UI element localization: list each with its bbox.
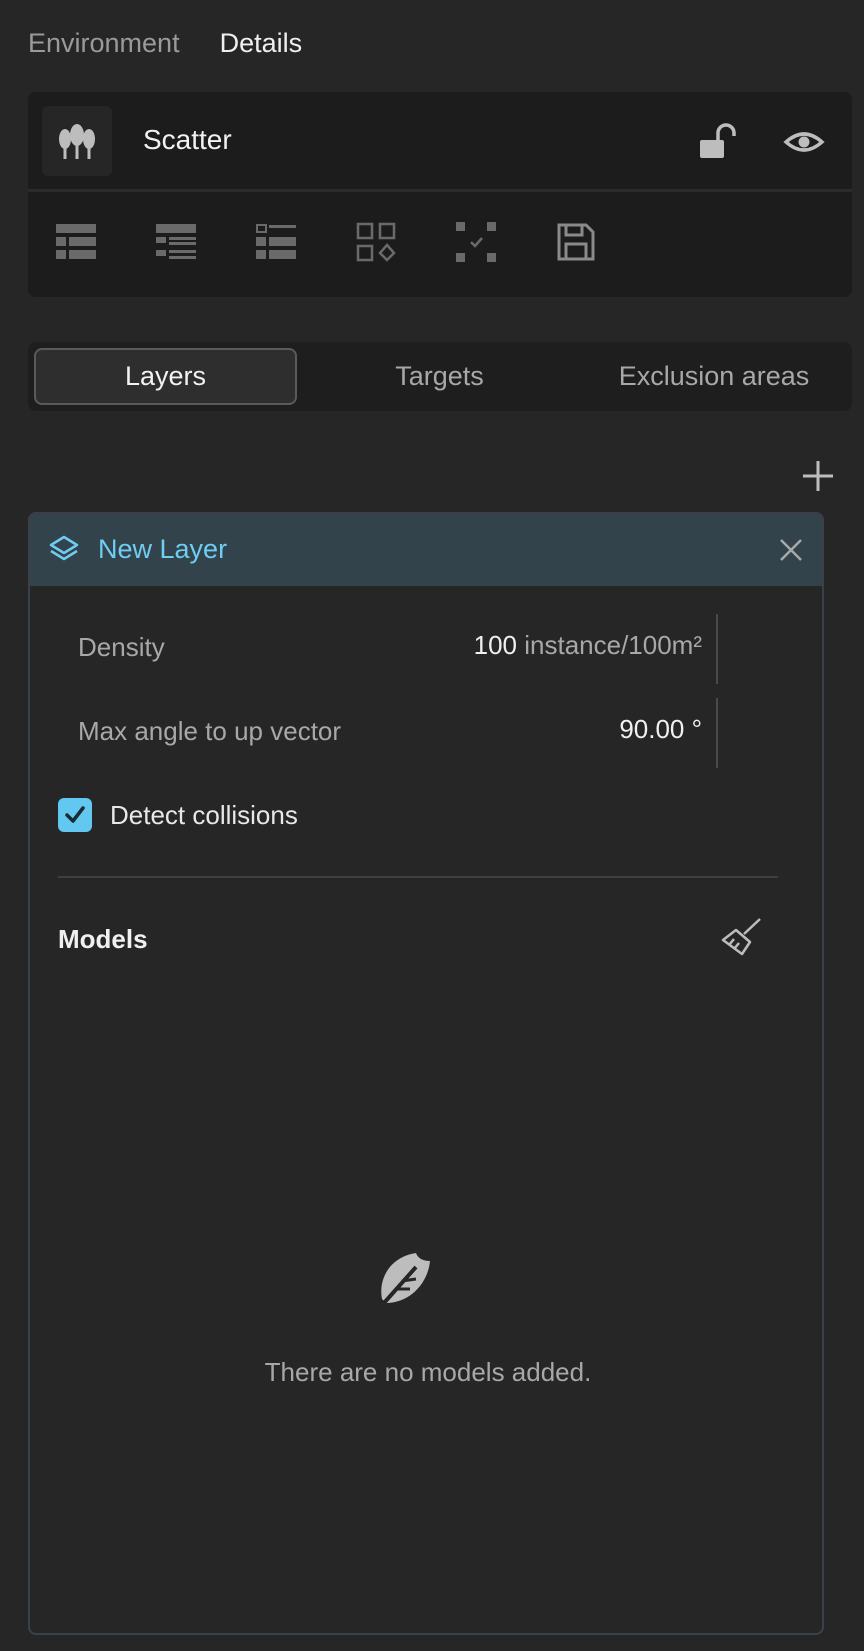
- grid-shapes-icon[interactable]: [356, 222, 396, 262]
- divider: [58, 876, 778, 878]
- layer-title[interactable]: New Layer: [98, 534, 227, 565]
- scatter-details-panel: Environment Details Scatter Layers Targe…: [0, 0, 864, 1651]
- density-unit: instance/100m²: [524, 630, 702, 660]
- broom-icon[interactable]: [720, 916, 764, 960]
- density-row[interactable]: Density 100 instance/100m²: [78, 614, 718, 684]
- density-label: Density: [78, 632, 165, 662]
- select-corners-icon[interactable]: [456, 222, 496, 262]
- tab-exclusion-areas[interactable]: Exclusion areas: [580, 348, 848, 405]
- density-number: 100: [473, 630, 517, 660]
- layer-header[interactable]: New Layer: [30, 514, 822, 586]
- scatter-trees-icon: [42, 106, 112, 176]
- max-angle-resize-handle[interactable]: [716, 698, 718, 768]
- density-resize-handle[interactable]: [716, 614, 718, 684]
- tab-layers[interactable]: Layers: [34, 348, 297, 405]
- add-layer-plus-icon[interactable]: [800, 458, 836, 494]
- list-icon[interactable]: [56, 222, 96, 262]
- leaf-icon: [372, 1249, 434, 1311]
- layer-panel: New Layer Density 100 instance/100m² Max…: [28, 512, 824, 1635]
- max-angle-label: Max angle to up vector: [78, 716, 342, 746]
- tab-details[interactable]: Details: [220, 28, 303, 59]
- unlock-icon[interactable]: [698, 122, 738, 162]
- tab-targets[interactable]: Targets: [303, 348, 576, 405]
- models-title: Models: [58, 924, 148, 954]
- scatter-toolbar: [56, 222, 596, 262]
- list-indented-icon[interactable]: [156, 222, 196, 262]
- detect-collisions-checkbox[interactable]: [58, 798, 92, 832]
- eye-icon[interactable]: [783, 122, 825, 162]
- scatter-card-header: Scatter: [28, 92, 852, 192]
- scatter-title: Scatter: [143, 124, 232, 155]
- section-tabs: Layers Targets Exclusion areas: [28, 342, 852, 411]
- top-tabs: Environment Details: [28, 28, 302, 59]
- tab-environment[interactable]: Environment: [28, 28, 180, 59]
- save-icon[interactable]: [556, 222, 596, 262]
- layers-icon: [48, 534, 80, 566]
- max-angle-value[interactable]: 90.00 °: [619, 714, 702, 745]
- max-angle-row[interactable]: Max angle to up vector 90.00 °: [78, 698, 718, 768]
- scatter-card: Scatter: [28, 92, 852, 297]
- list-outline-icon[interactable]: [256, 222, 296, 262]
- detect-collisions-row[interactable]: Detect collisions: [58, 798, 298, 832]
- detect-collisions-label: Detect collisions: [110, 799, 298, 830]
- close-icon[interactable]: [776, 535, 806, 565]
- density-value[interactable]: 100 instance/100m²: [474, 630, 702, 661]
- empty-state-text: There are no models added.: [264, 1357, 592, 1387]
